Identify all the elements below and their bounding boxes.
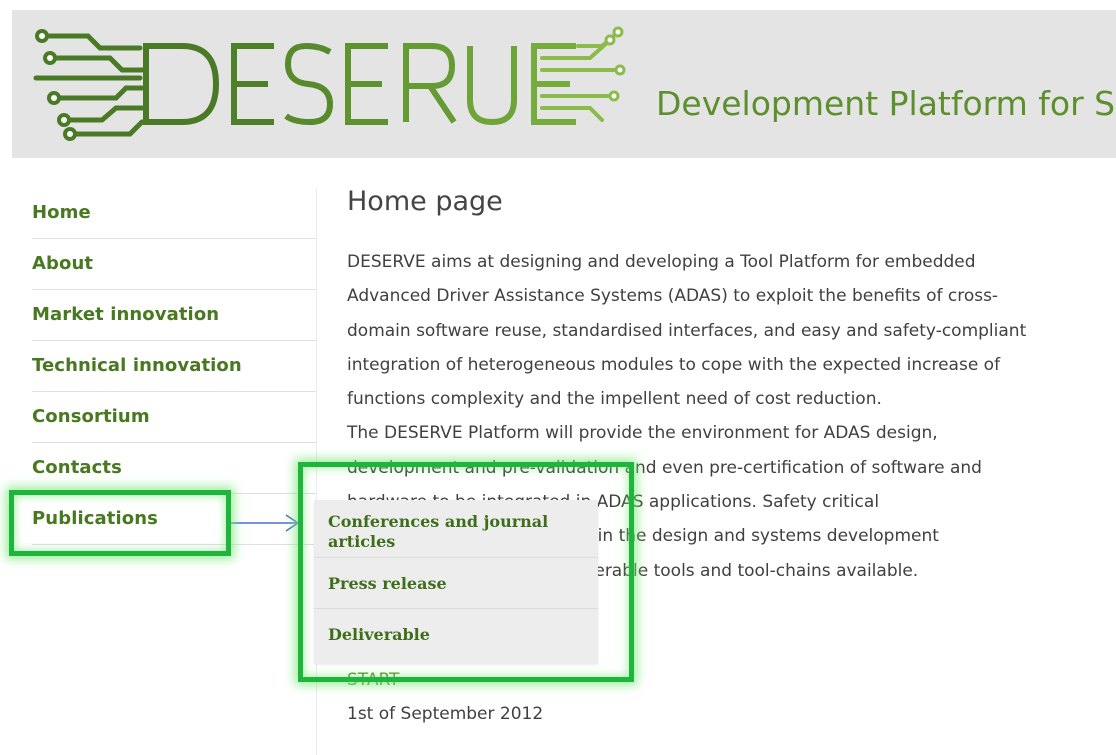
site-header: Development Platform for Saf	[12, 10, 1116, 158]
nav-item-about[interactable]: About	[32, 239, 316, 290]
nav-item-technical-innovation[interactable]: Technical innovation	[32, 341, 316, 392]
start-date: 1st of September 2012	[347, 704, 544, 724]
nav-item-consortium[interactable]: Consortium	[32, 392, 316, 443]
nav-item-market-innovation[interactable]: Market innovation	[32, 290, 316, 341]
nav-item-contacts[interactable]: Contacts	[32, 443, 316, 494]
page-title: Home page	[347, 186, 503, 217]
sidebar-divider	[316, 188, 317, 755]
deserve-logo[interactable]	[30, 16, 630, 146]
nav-item-home[interactable]: Home	[32, 188, 316, 239]
arrow-right-icon	[230, 514, 300, 532]
submenu-item-press-release[interactable]: Press release	[314, 558, 598, 609]
site-tagline: Development Platform for Saf	[656, 84, 1116, 123]
main-navigation: Home About Market innovation Technical i…	[32, 188, 316, 545]
submenu-item-deliverable[interactable]: Deliverable	[314, 609, 598, 660]
start-label: START	[347, 670, 400, 690]
submenu-item-conferences[interactable]: Conferences and journal articles	[314, 500, 598, 558]
publications-submenu: Conferences and journal articles Press r…	[314, 500, 598, 664]
